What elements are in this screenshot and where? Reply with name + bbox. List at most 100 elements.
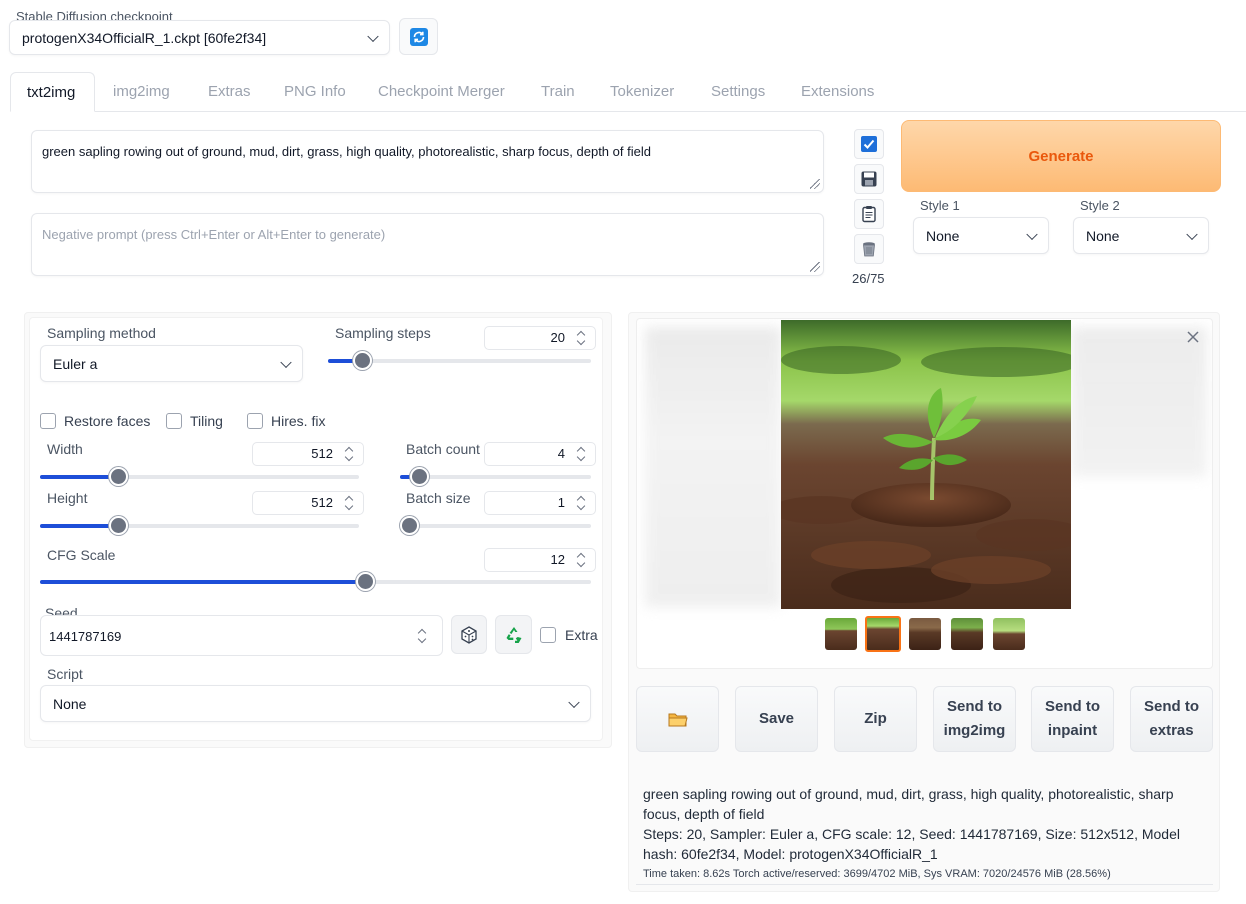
gallery-preview-blur-right <box>1071 327 1207 477</box>
batch-count-input[interactable]: 4 <box>484 442 596 466</box>
tiling-checkbox[interactable] <box>166 413 182 429</box>
stepper-icon[interactable] <box>577 446 587 462</box>
dice-icon <box>461 625 477 644</box>
script-label: Script <box>47 666 83 682</box>
read-params-button[interactable] <box>854 129 884 159</box>
clear-prompt-button[interactable] <box>854 234 884 264</box>
resize-handle-icon[interactable] <box>810 179 820 189</box>
send-to-extras-button[interactable]: Send to extras <box>1130 686 1213 752</box>
divider <box>636 884 1213 885</box>
negative-prompt-placeholder: Negative prompt (press Ctrl+Enter or Alt… <box>42 227 386 242</box>
style2-value: None <box>1086 227 1120 244</box>
send-to-img2img-button[interactable]: Send to img2img <box>933 686 1016 752</box>
sampling-steps-value: 20 <box>550 330 565 345</box>
stepper-icon[interactable] <box>577 495 587 511</box>
batch-count-slider[interactable] <box>400 467 591 486</box>
width-slider[interactable] <box>40 467 359 486</box>
stepper-icon[interactable] <box>577 552 587 568</box>
style1-label: Style 1 <box>920 198 960 213</box>
sapling-image <box>781 320 1071 609</box>
stepper-icon[interactable] <box>577 330 587 346</box>
sampling-steps-input[interactable]: 20 <box>484 326 596 350</box>
zip-button-label: Zip <box>864 710 887 727</box>
tab-settings[interactable]: Settings <box>711 72 765 112</box>
batch-size-value: 1 <box>557 495 565 510</box>
style2-select[interactable]: None <box>1073 217 1209 254</box>
style1-value: None <box>926 227 960 244</box>
cfg-scale-input[interactable]: 12 <box>484 548 596 572</box>
prompt-input[interactable]: green sapling rowing out of ground, mud,… <box>31 130 824 193</box>
send-to-inpaint-label-2: inpaint <box>1047 722 1098 739</box>
open-folder-button[interactable] <box>636 686 719 752</box>
tab-img2img[interactable]: img2img <box>113 72 170 112</box>
seed-input[interactable]: 1441787169 <box>40 615 443 656</box>
gallery-thumbnail[interactable] <box>825 618 857 650</box>
height-label: Height <box>47 490 88 506</box>
tab-tokenizer[interactable]: Tokenizer <box>610 72 674 112</box>
stepper-icon[interactable] <box>345 446 355 462</box>
checkpoint-value: protogenX34OfficialR_1.ckpt [60fe2f34] <box>22 29 267 46</box>
tab-bar: txt2img img2img Extras PNG Info Checkpoi… <box>10 72 1246 112</box>
script-select[interactable]: None <box>40 685 591 722</box>
style1-select[interactable]: None <box>913 217 1049 254</box>
gallery-thumbnail[interactable] <box>909 618 941 650</box>
tab-png-info[interactable]: PNG Info <box>284 72 346 112</box>
resize-handle-icon[interactable] <box>810 262 820 272</box>
send-to-inpaint-button[interactable]: Send to inpaint <box>1031 686 1114 752</box>
save-style-button[interactable] <box>854 164 884 194</box>
token-counter: 26/75 <box>852 271 885 286</box>
refresh-checkpoint-button[interactable] <box>399 18 438 55</box>
checkpoint-select[interactable]: protogenX34OfficialR_1.ckpt [60fe2f34] <box>9 20 390 55</box>
batch-size-slider[interactable] <box>400 516 591 535</box>
info-params: Steps: 20, Sampler: Euler a, CFG scale: … <box>643 826 1180 862</box>
stepper-icon[interactable] <box>345 495 355 511</box>
batch-size-input[interactable]: 1 <box>484 491 596 515</box>
width-input[interactable]: 512 <box>252 442 364 466</box>
sampling-steps-label: Sampling steps <box>335 325 431 341</box>
save-button[interactable]: Save <box>735 686 818 752</box>
hires-fix-checkbox[interactable] <box>247 413 263 429</box>
tab-extensions[interactable]: Extensions <box>801 72 874 112</box>
sampling-steps-slider[interactable] <box>328 351 591 370</box>
generated-image[interactable] <box>781 320 1071 609</box>
gallery-thumbnail-selected[interactable] <box>865 616 901 652</box>
slider-fill <box>40 580 366 584</box>
send-to-inpaint-label-1: Send to <box>1045 698 1100 715</box>
cfg-scale-slider[interactable] <box>40 572 591 591</box>
slider-thumb[interactable] <box>400 516 419 535</box>
refresh-icon <box>409 27 428 46</box>
close-preview-button[interactable] <box>1185 329 1201 345</box>
slider-thumb[interactable] <box>109 516 129 535</box>
chevron-down-icon <box>1186 228 1198 240</box>
close-icon <box>1187 331 1199 343</box>
height-slider[interactable] <box>40 516 359 535</box>
generate-button[interactable]: Generate <box>901 120 1221 192</box>
cfg-scale-label: CFG Scale <box>47 547 116 563</box>
reuse-seed-button[interactable] <box>495 615 532 654</box>
sampling-method-value: Euler a <box>53 355 98 372</box>
sampling-method-select[interactable]: Euler a <box>40 345 303 382</box>
tab-checkpoint-merger[interactable]: Checkpoint Merger <box>378 72 505 112</box>
gallery-thumbnail[interactable] <box>951 618 983 650</box>
sampling-method-label: Sampling method <box>47 325 156 341</box>
slider-thumb[interactable] <box>410 467 430 486</box>
slider-fill <box>40 524 119 528</box>
random-seed-button[interactable] <box>451 615 487 654</box>
tab-train[interactable]: Train <box>541 72 575 112</box>
apply-style-button[interactable] <box>854 199 884 229</box>
slider-thumb[interactable] <box>356 572 376 591</box>
extra-seed-checkbox[interactable] <box>540 627 556 643</box>
negative-prompt-input[interactable]: Negative prompt (press Ctrl+Enter or Alt… <box>31 213 824 276</box>
stepper-icon[interactable] <box>418 628 428 644</box>
folder-icon <box>668 713 688 727</box>
tab-extras[interactable]: Extras <box>208 72 251 112</box>
tab-txt2img[interactable]: txt2img <box>10 72 95 112</box>
zip-button[interactable]: Zip <box>834 686 917 752</box>
style2-label: Style 2 <box>1080 198 1120 213</box>
height-input[interactable]: 512 <box>252 491 364 515</box>
restore-faces-checkbox[interactable] <box>40 413 56 429</box>
slider-thumb[interactable] <box>109 467 129 486</box>
send-to-img2img-label-2: img2img <box>943 722 1006 739</box>
height-value: 512 <box>311 495 333 510</box>
gallery-thumbnail[interactable] <box>993 618 1025 650</box>
